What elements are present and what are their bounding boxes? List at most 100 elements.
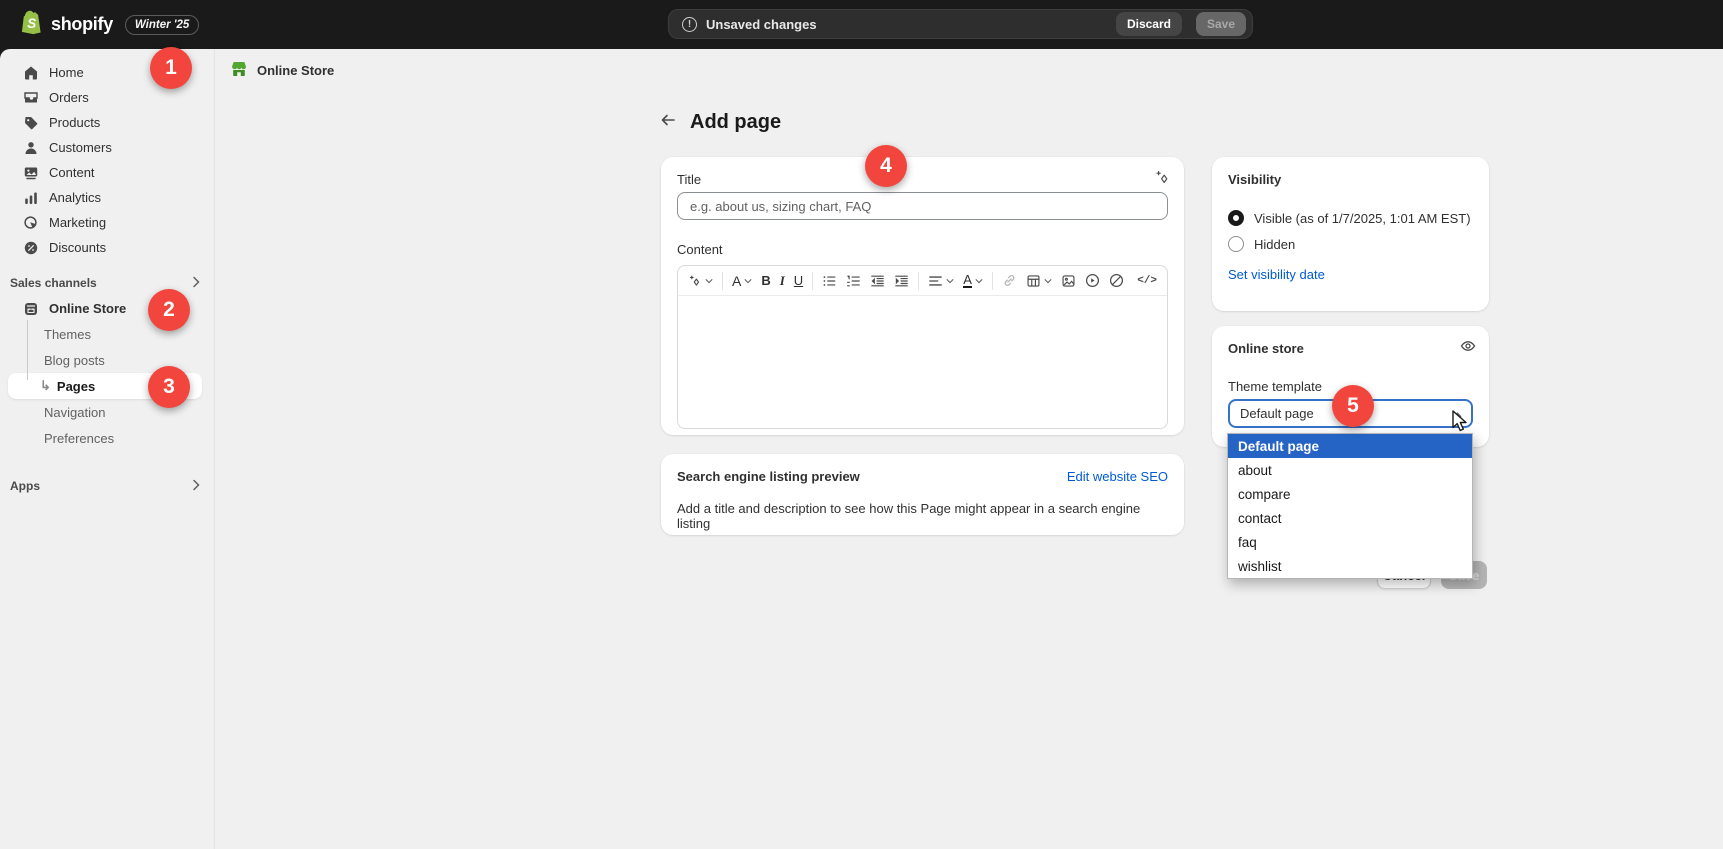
visibility-card: Visibility Visible (as of 1/7/2025, 1:01… xyxy=(1212,157,1489,311)
customers-icon xyxy=(22,139,39,156)
sidebar-item-label: Customers xyxy=(49,140,112,155)
breadcrumb[interactable]: Online Store xyxy=(230,60,334,81)
rte-toolbar: A B I U xyxy=(678,266,1167,296)
dropdown-option-faq[interactable]: faq xyxy=(1228,530,1472,554)
sidebar-item-label: Preferences xyxy=(44,431,114,446)
page-title: Add page xyxy=(690,111,781,134)
dropdown-option-compare[interactable]: compare xyxy=(1228,482,1472,506)
sidebar-item-label: Content xyxy=(49,165,95,180)
content-field-label: Content xyxy=(677,242,1168,257)
sparkle-icon[interactable] xyxy=(1154,169,1171,191)
radio-selected-icon[interactable] xyxy=(1228,210,1244,226)
sidebar-item-label: Themes xyxy=(44,327,91,342)
annotation-badge-1: 1 xyxy=(150,47,192,89)
visibility-option-visible[interactable]: Visible (as of 1/7/2025, 1:01 AM EST) xyxy=(1228,210,1473,226)
apps-header[interactable]: Apps xyxy=(10,477,200,495)
code-view-button[interactable]: </> xyxy=(1137,275,1157,287)
video-button[interactable] xyxy=(1085,273,1100,288)
alert-icon: ! xyxy=(682,17,697,32)
sidebar-item-label: Marketing xyxy=(49,215,106,230)
sidebar-item-label: Products xyxy=(49,115,100,130)
title-card: Title Content A xyxy=(661,157,1184,435)
text-color-button[interactable]: A xyxy=(963,274,983,288)
dropdown-option-contact[interactable]: contact xyxy=(1228,506,1472,530)
image-button[interactable] xyxy=(1061,274,1076,288)
discounts-icon xyxy=(22,239,39,256)
seo-card-title: Search engine listing preview xyxy=(677,469,860,484)
elbow-arrow-icon: ↳ xyxy=(40,378,51,394)
sidebar-item-customers[interactable]: Customers xyxy=(8,135,202,160)
online-store-channel-icon xyxy=(230,60,248,81)
italic-button[interactable]: I xyxy=(780,273,785,289)
unsaved-changes-toast: ! Unsaved changes Discard Save xyxy=(668,9,1253,39)
select-value: Default page xyxy=(1240,406,1314,421)
annotation-badge-2: 2 xyxy=(148,289,190,331)
sidebar-item-label: Home xyxy=(49,65,84,80)
sales-channels-label: Sales channels xyxy=(10,276,97,290)
unsaved-changes-text: Unsaved changes xyxy=(706,17,1107,32)
shopify-logo[interactable]: S shopify Winter '25 xyxy=(20,9,199,40)
sidebar-item-label: Analytics xyxy=(49,190,101,205)
toolbar-divider xyxy=(722,272,723,290)
sidebar-item-analytics[interactable]: Analytics xyxy=(8,185,202,210)
dropdown-option-default-page[interactable]: Default page xyxy=(1228,434,1472,458)
online-store-card-title: Online store xyxy=(1228,341,1473,356)
bullet-list-button[interactable] xyxy=(822,274,837,288)
seo-description: Add a title and description to see how t… xyxy=(677,501,1168,531)
sidebar-item-products[interactable]: Products xyxy=(8,110,202,135)
sidebar-item-label: Discounts xyxy=(49,240,106,255)
visibility-option-hidden[interactable]: Hidden xyxy=(1228,236,1473,252)
title-field-label: Title xyxy=(677,172,1168,187)
annotation-badge-5: 5 xyxy=(1332,385,1374,427)
outdent-button[interactable] xyxy=(870,274,885,288)
bold-button[interactable]: B xyxy=(761,273,770,288)
chevron-right-icon xyxy=(192,276,200,291)
sidebar-item-label: Blog posts xyxy=(44,353,105,368)
clear-formatting-button[interactable] xyxy=(1109,273,1124,288)
chevron-right-icon xyxy=(192,479,200,494)
toolbar-divider xyxy=(812,272,813,290)
sidebar-item-discounts[interactable]: Discounts xyxy=(8,235,202,260)
theme-template-dropdown: Default page about compare contact faq w… xyxy=(1227,433,1473,579)
bold-letter: B xyxy=(761,273,770,288)
shopify-wordmark: shopify xyxy=(51,14,113,35)
sidebar-item-label: Online Store xyxy=(49,301,126,316)
mouse-cursor xyxy=(1449,410,1471,439)
products-icon xyxy=(22,114,39,131)
eye-icon[interactable] xyxy=(1460,338,1476,359)
edit-website-seo-link[interactable]: Edit website SEO xyxy=(1067,469,1168,484)
save-button-top[interactable]: Save xyxy=(1196,12,1246,36)
underline-letter: U xyxy=(794,273,803,288)
version-badge: Winter '25 xyxy=(125,15,199,35)
main-column: Title Content A xyxy=(661,157,1184,535)
alignment-button[interactable] xyxy=(928,274,954,288)
radio-unselected-icon[interactable] xyxy=(1228,236,1244,252)
sidebar-item-content[interactable]: Content xyxy=(8,160,202,185)
numbered-list-button[interactable] xyxy=(846,274,861,288)
visibility-card-title: Visibility xyxy=(1228,172,1473,187)
color-letter: A xyxy=(963,274,972,288)
font-style-button[interactable]: A xyxy=(732,273,752,289)
title-input[interactable] xyxy=(677,192,1168,220)
underline-button[interactable]: U xyxy=(794,273,803,288)
discard-button[interactable]: Discard xyxy=(1116,12,1182,36)
topbar: S shopify Winter '25 ! Unsaved changes D… xyxy=(0,0,1723,49)
ai-sparkle-button[interactable] xyxy=(688,274,713,288)
annotation-badge-4: 4 xyxy=(865,145,907,187)
link-button[interactable] xyxy=(1002,273,1017,288)
toolbar-divider xyxy=(992,272,993,290)
sidebar-item-marketing[interactable]: Marketing xyxy=(8,210,202,235)
back-arrow-icon[interactable] xyxy=(659,111,677,134)
dropdown-option-about[interactable]: about xyxy=(1228,458,1472,482)
table-button[interactable] xyxy=(1026,274,1052,288)
set-visibility-date-link[interactable]: Set visibility date xyxy=(1228,267,1325,282)
dropdown-option-wishlist[interactable]: wishlist xyxy=(1228,554,1472,578)
nav-tree-line xyxy=(27,320,28,380)
sidebar-item-preferences[interactable]: Preferences xyxy=(8,425,202,451)
sidebar-item-label: Pages xyxy=(57,379,95,394)
indent-button[interactable] xyxy=(894,274,909,288)
analytics-icon xyxy=(22,189,39,206)
rich-text-editor: A B I U xyxy=(677,265,1168,429)
radio-label: Visible (as of 1/7/2025, 1:01 AM EST) xyxy=(1254,211,1471,226)
font-letter: A xyxy=(732,273,741,289)
